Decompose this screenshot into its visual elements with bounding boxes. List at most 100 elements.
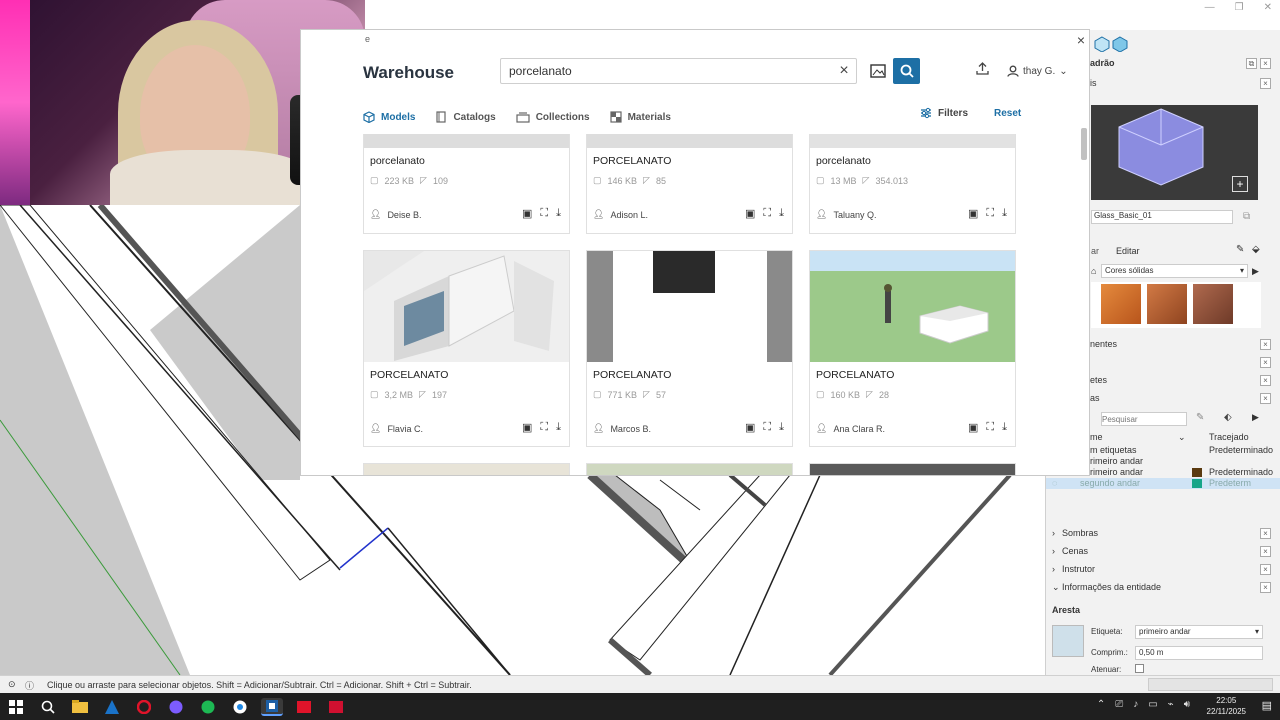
expand-icon[interactable]: ⛶ [763,207,771,220]
materials-icon[interactable] [1094,36,1110,52]
download-icon[interactable]: ⤓ [556,207,561,220]
section-instrutor[interactable]: › Instrutor × [1046,564,1280,578]
tag-row-selected[interactable]: ◌ segundo andar Predeterm [1046,478,1280,489]
tray-close-button[interactable]: × [1260,58,1271,69]
tab-edit[interactable]: Editar [1116,246,1140,256]
expand-icon[interactable]: ⛶ [540,207,548,220]
swatch-copper[interactable] [1147,284,1187,324]
spotify-icon[interactable] [197,698,219,716]
model-author[interactable]: 👤︎ Adison L. [593,209,648,220]
image-icon[interactable]: ▣ [745,207,755,220]
tray-item-close[interactable]: × [1260,339,1271,350]
model-card[interactable] [586,463,793,475]
filters-button[interactable]: Filters [920,107,968,119]
section-close[interactable]: × [1260,528,1271,539]
image-icon[interactable]: ▣ [522,207,532,220]
tags-search-input[interactable] [1101,412,1187,426]
swatch-brown[interactable] [1193,284,1233,324]
restore-button[interactable]: ❐ [1235,2,1244,13]
usb-icon[interactable]: ⎚ [1115,699,1123,710]
network-icon[interactable]: ⌁ [1168,699,1174,710]
model-author[interactable]: 👤︎ Marcos B. [593,423,651,434]
measurements-box[interactable] [1148,678,1273,691]
entity-tag-select[interactable]: primeiro andar ▾ [1135,625,1263,639]
upload-icon[interactable] [976,62,989,78]
volume-icon[interactable]: 🔊︎ [1184,699,1190,710]
eye-icon[interactable]: ◌ [1052,478,1057,488]
detail-arrow-icon[interactable]: ▶ [1252,266,1259,277]
mic-icon[interactable]: ♪ [1133,699,1138,710]
image-icon[interactable]: ▣ [745,421,755,434]
sort-chevron-icon[interactable]: ⌄ [1178,432,1186,443]
model-author[interactable]: 👤︎ Deise B. [370,209,421,220]
model-card[interactable] [809,463,1016,475]
model-card[interactable]: PORCELANATO ▢ 160 KB ◸ 28 👤︎ Ana Clara R. ▣ ⛶… [809,250,1016,447]
battery-icon[interactable]: ▭ [1148,699,1157,710]
sketchup-icon[interactable] [261,697,283,716]
library-select[interactable]: Cores sólidas ▾ [1101,264,1248,278]
tab-materials[interactable]: Materials [609,100,671,134]
tray-pin-button[interactable]: ⧉ [1246,58,1257,69]
model-card[interactable]: porcelanato ▢ 13 MB ◸ 354.013 👤︎ Taluany Q. … [809,134,1016,234]
recorder-icon[interactable] [325,698,347,716]
file-explorer-icon[interactable] [69,698,91,716]
autocad-icon[interactable] [101,698,123,716]
discord-icon[interactable] [165,698,187,716]
tray-item-close[interactable]: × [1260,393,1271,404]
results-scrollbar[interactable] [1081,128,1087,160]
info-icon[interactable]: ⓘ [25,679,34,692]
tag-color-swatch[interactable] [1192,479,1202,488]
create-material-button[interactable]: + [1232,176,1248,192]
entity-length-field[interactable]: 0,50 m [1135,646,1263,660]
image-icon[interactable]: ▣ [968,421,978,434]
search-input[interactable] [501,64,832,78]
opera-icon[interactable] [133,698,155,716]
model-card[interactable]: PORCELANATO ▢ 771 KB ◸ 57 👤︎ Marcos B. ▣ ⛶ ⤓ [586,250,793,447]
model-author[interactable]: 👤︎ Taluany Q. [816,209,876,220]
reset-button[interactable]: Reset [994,108,1021,119]
soft-checkbox[interactable] [1135,664,1144,673]
windows-start-icon[interactable] [5,698,27,716]
section-sombras[interactable]: › Sombras × [1046,528,1280,542]
section-close[interactable]: × [1260,582,1271,593]
section-entity-info[interactable]: ⌄ Informações da entidade × [1046,582,1280,596]
section-cenas[interactable]: › Cenas × [1046,546,1280,560]
image-icon[interactable]: ▣ [968,207,978,220]
download-icon[interactable]: ⤓ [556,421,561,434]
material-name-field[interactable]: Glass_Basic_01 [1091,210,1233,224]
material-duplicate-icon[interactable]: ⧉ [1243,211,1250,222]
expand-icon[interactable]: ⛶ [986,207,994,220]
notifications-icon[interactable]: ▤ [1262,699,1272,712]
close-window-button[interactable]: ✕ [1264,2,1272,13]
media-player-icon[interactable] [293,698,315,716]
expand-icon[interactable]: ⛶ [763,421,771,434]
search-button[interactable] [893,58,920,84]
clock[interactable]: 22:05 22/11/2025 [1207,695,1246,717]
download-icon[interactable]: ⤓ [779,421,784,434]
expand-icon[interactable]: ⛶ [986,421,994,434]
styles-icon[interactable] [1112,36,1128,52]
home-icon[interactable]: ⌂ [1091,266,1096,276]
tab-models[interactable]: Models [363,100,415,134]
model-author[interactable]: 👤︎ Flavia C. [370,423,423,434]
model-card[interactable]: PORCELANATO ▢ 3,2 MB ◸ 197 👤︎ Flavia C. ▣ ⛶ ⤓ [363,250,570,447]
model-card[interactable]: PORCELANATO ▢ 146 KB ◸ 85 👤︎ Adison L. ▣ ⛶ ⤓ [586,134,793,234]
tab-catalogs[interactable]: Catalogs [435,100,496,134]
image-search-icon[interactable] [865,58,891,84]
model-author[interactable]: 👤︎ Ana Clara R. [816,423,885,434]
tray-item-close[interactable]: × [1260,375,1271,386]
minimize-button[interactable]: — [1205,2,1215,13]
sample-paint-icon[interactable]: ⬙ [1252,244,1260,255]
swatch-orange[interactable] [1101,284,1141,324]
materials-close-button[interactable]: × [1260,78,1271,89]
user-menu[interactable]: thay G. ⌄ [1007,65,1068,77]
download-icon[interactable]: ⤓ [1002,207,1007,220]
model-card[interactable]: porcelanato ▢ 223 KB ◸ 109 👤︎ Deise B. ▣ ⛶ ⤓ [363,134,570,234]
chrome-icon[interactable] [229,698,251,716]
tag-eraser-icon[interactable]: ⬖ [1224,412,1232,423]
tray-item-close[interactable]: × [1260,357,1271,368]
tab-select[interactable]: ar [1091,246,1099,256]
section-close[interactable]: × [1260,564,1271,575]
expand-icon[interactable]: ⛶ [540,421,548,434]
image-icon[interactable]: ▣ [522,421,532,434]
